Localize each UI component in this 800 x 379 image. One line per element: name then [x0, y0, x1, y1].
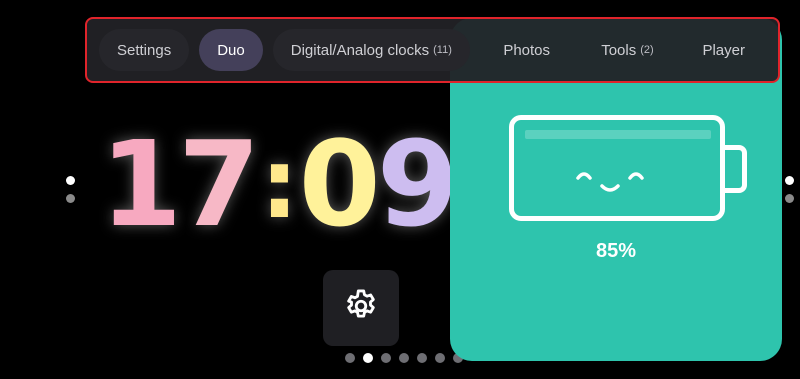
page-dot[interactable] — [417, 353, 427, 363]
battery-tip — [725, 145, 747, 193]
tab-bar: Settings Duo Digital/Analog clocks (11) … — [85, 17, 780, 83]
tab-count: (2) — [640, 44, 654, 56]
tab-player[interactable]: Player — [681, 29, 766, 71]
pager-dot — [66, 176, 75, 185]
page-indicator — [345, 353, 463, 363]
page-dot[interactable] — [399, 353, 409, 363]
left-pager-dots — [66, 176, 76, 206]
tab-label: Tools — [601, 41, 637, 59]
page-dot[interactable] — [435, 353, 445, 363]
battery-percent: 85% — [595, 240, 637, 262]
settings-button[interactable] — [323, 270, 399, 346]
tab-label: Digital/Analog clocks — [290, 41, 430, 59]
pager-dot — [66, 194, 75, 203]
tab-label: Player — [702, 41, 745, 59]
clock-minute-tens: 0 — [298, 115, 381, 253]
tab-label: Duo — [217, 41, 245, 59]
gear-icon — [342, 287, 380, 330]
tab-digital-analog-clocks[interactable]: Digital/Analog clocks (11) — [272, 29, 470, 71]
page-dot[interactable] — [381, 353, 391, 363]
battery-level-bar — [525, 130, 711, 139]
tab-tools[interactable]: Tools (2) — [583, 29, 671, 71]
page-dot[interactable] — [345, 353, 355, 363]
smiley-face-icon — [570, 158, 650, 198]
page-dot-active[interactable] — [363, 353, 373, 363]
digital-clock: 1 7 : 0 9 — [100, 115, 459, 253]
clock-hour-tens: 1 — [100, 115, 182, 253]
tab-count: (11) — [433, 44, 452, 56]
right-pager-dots — [785, 176, 795, 206]
clock-colon: : — [260, 128, 298, 240]
tab-label: Settings — [117, 41, 172, 59]
tab-label: Photos — [503, 41, 551, 59]
tab-duo[interactable]: Duo — [199, 29, 263, 71]
tab-photos[interactable]: Photos — [480, 29, 574, 71]
tab-settings[interactable]: Settings — [99, 29, 190, 71]
clock-minute-ones: 9 — [376, 115, 459, 253]
clock-hour-ones: 7 — [178, 115, 260, 253]
pager-dot — [785, 194, 794, 203]
pager-dot — [785, 176, 794, 185]
